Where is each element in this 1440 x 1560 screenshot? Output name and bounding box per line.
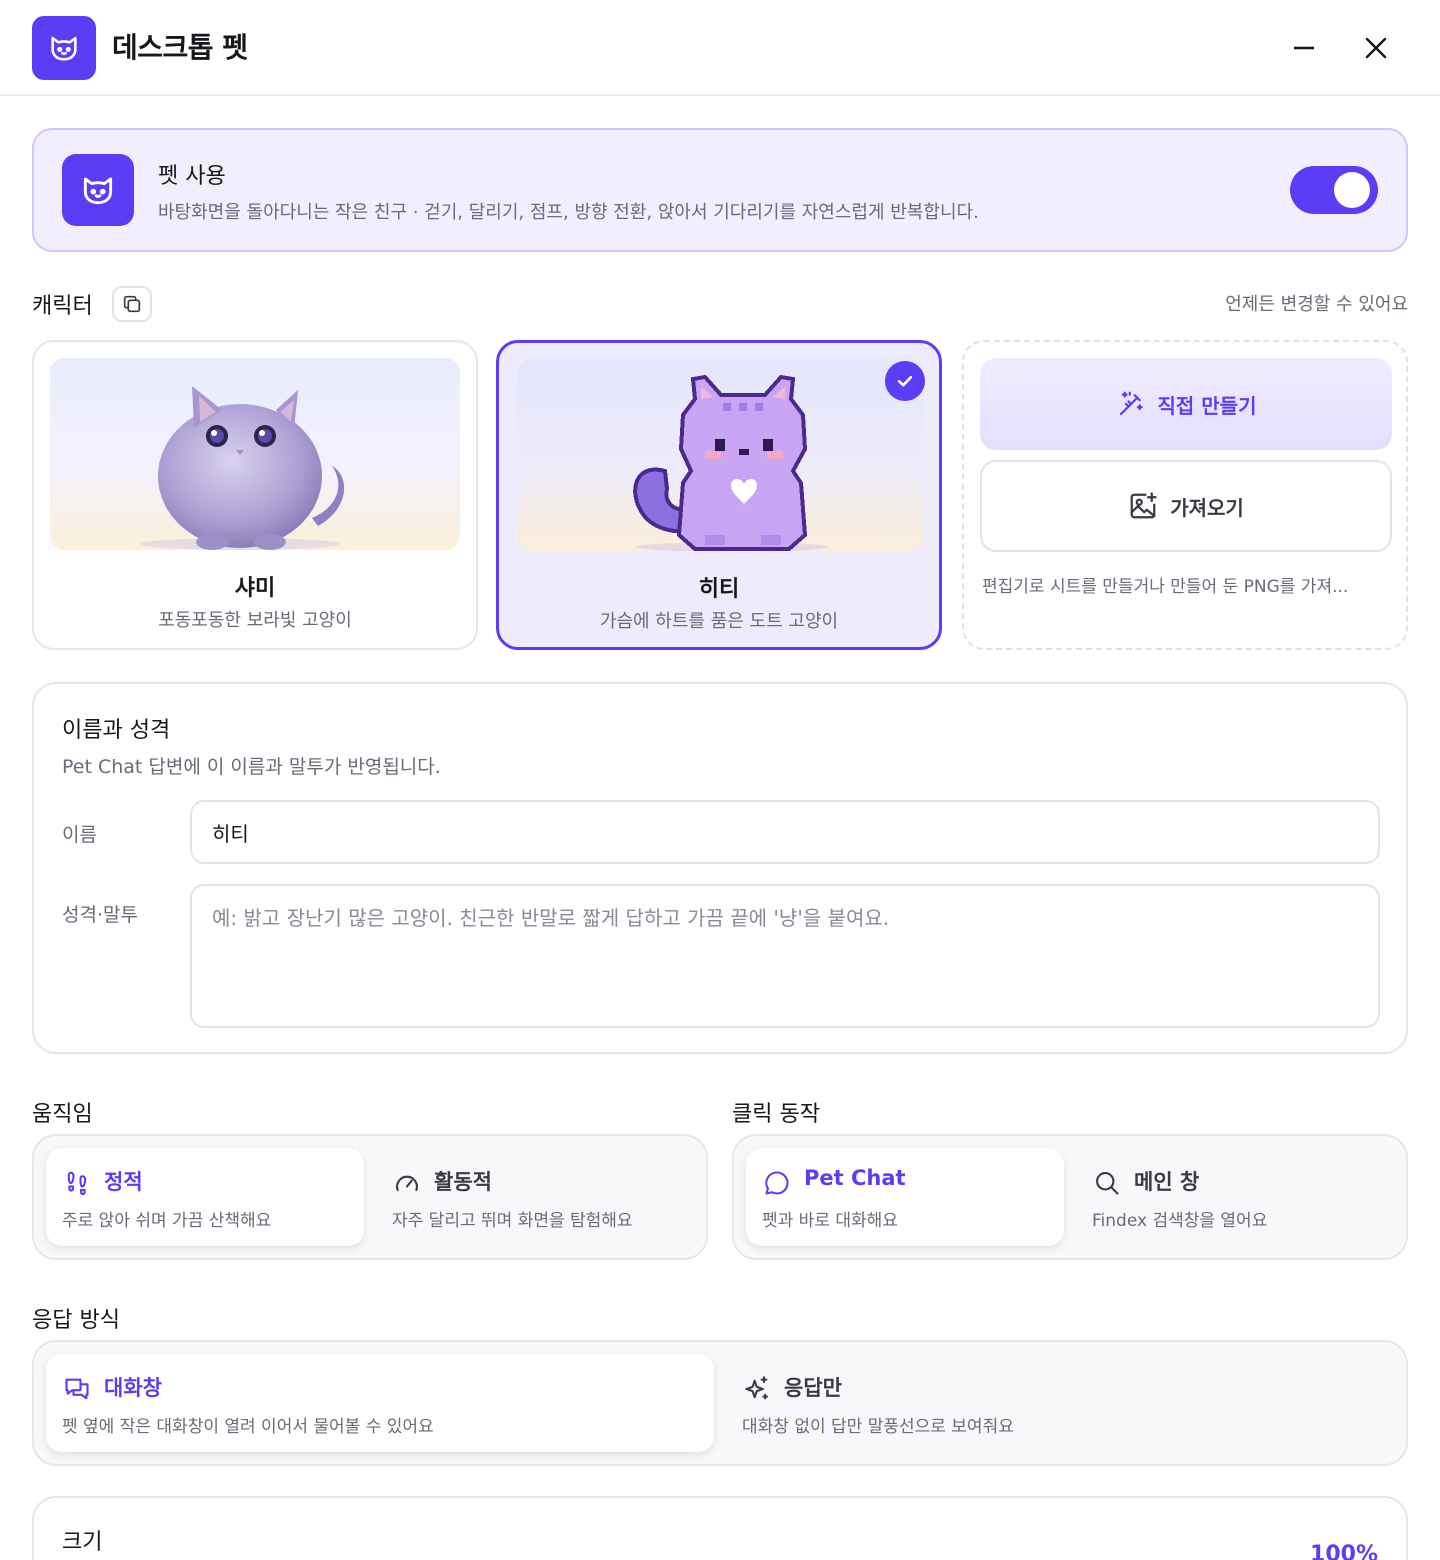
response-mode-selector: 대화창 펫 옆에 작은 대화창이 열려 이어서 물어볼 수 있어요 응답만 대화… [32,1340,1408,1466]
footprints-icon [62,1168,92,1198]
chat-bubble-icon [762,1168,792,1198]
option-description: 주로 앉아 쉬며 가끔 산책해요 [62,1211,272,1231]
search-icon [1092,1168,1122,1198]
app-title: 데스크톱 펫 [112,31,248,64]
pet-enable-card: 펫 사용 바탕화면을 돌아다니는 작은 친구 · 걷기, 달리기, 점프, 방향… [32,128,1408,252]
movement-option-calm[interactable]: 정적 주로 앉아 쉬며 가끔 산책해요 [46,1148,364,1246]
character-card-hiti[interactable]: 히티 가슴에 하트를 품은 도트 고양이 [496,340,942,650]
import-button[interactable]: 가져오기 [980,460,1392,552]
name-input[interactable] [190,800,1380,864]
close-icon [1365,37,1387,59]
character-name: 샤미 [234,576,276,601]
name-field-label: 이름 [62,824,97,846]
response-option-chat-window[interactable]: 대화창 펫 옆에 작은 대화창이 열려 이어서 물어볼 수 있어요 [46,1354,714,1452]
personality-field-label: 성격·말투 [62,904,138,926]
movement-selector: 정적 주로 앉아 쉬며 가끔 산책해요 활동적 자주 달리고 뛰며 화면을 탐험… [32,1134,708,1260]
option-title: 응답만 [784,1376,842,1400]
fluffy-cat-illustration [50,358,460,550]
create-custom-button[interactable]: 직접 만들기 [980,358,1392,450]
option-title: 활동적 [434,1170,492,1194]
custom-character-hint: 편집기로 시트를 만들거나 만들어 둔 PNG를 가져... [982,577,1349,597]
toggle-knob [1334,172,1370,208]
custom-character-card: 직접 만들기 가져오기 편집기로 시트를 만들거나 만들어 둔 PNG를 가져.… [962,340,1408,650]
size-card: 크기 100% [32,1496,1408,1560]
gauge-icon [392,1168,422,1198]
pet-enable-title: 펫 사용 [158,164,226,189]
pet-enable-description: 바탕화면을 돌아다니는 작은 친구 · 걷기, 달리기, 점프, 방향 전환, … [158,202,979,223]
character-description: 포동포동한 보라빛 고양이 [158,610,352,631]
pixel-cat-illustration [517,359,923,551]
close-button[interactable] [1356,28,1396,68]
chat-window-icon [62,1374,92,1404]
option-description: Findex 검색창을 열어요 [1092,1211,1268,1231]
copy-button[interactable] [112,286,152,322]
size-value: 100% [1310,1542,1378,1560]
movement-section-label: 움직임 [32,1102,93,1127]
name-personality-subtitle: Pet Chat 답변에 이 이름과 말투가 반영됩니다. [62,756,441,778]
image-plus-icon [1130,492,1157,519]
character-section-label: 캐릭터 [32,294,93,319]
sparkles-icon [742,1374,772,1404]
click-option-pet-chat[interactable]: Pet Chat 펫과 바로 대화해요 [746,1148,1064,1246]
option-description: 대화창 없이 답만 말풍선으로 보여줘요 [742,1417,1014,1437]
size-title: 크기 [62,1530,103,1555]
option-description: 펫 옆에 작은 대화창이 열려 이어서 물어볼 수 있어요 [62,1417,434,1437]
option-title: 정적 [104,1170,143,1194]
character-hint: 언제든 변경할 수 있어요 [1225,294,1408,315]
click-action-section-label: 클릭 동작 [732,1102,820,1127]
character-description: 가슴에 하트를 품은 도트 고양이 [599,611,839,632]
magic-wand-icon [1119,391,1143,416]
cat-icon [62,154,134,226]
copy-icon [123,295,141,313]
name-personality-title: 이름과 성격 [62,718,171,743]
character-card-shami[interactable]: 샤미 포동포동한 보라빛 고양이 [32,340,478,650]
option-title: 메인 창 [1134,1170,1200,1194]
minimize-button[interactable] [1284,28,1324,68]
cat-app-icon [32,16,96,80]
pet-enable-toggle[interactable] [1290,166,1378,214]
personality-input[interactable] [190,884,1380,1028]
create-custom-label: 직접 만들기 [1157,393,1257,418]
click-option-main-window[interactable]: 메인 창 Findex 검색창을 열어요 [1076,1148,1394,1246]
selected-check-icon [885,361,925,401]
click-action-selector: Pet Chat 펫과 바로 대화해요 메인 창 Findex 검색창을 열어요 [732,1134,1408,1260]
title-bar: 데스크톱 펫 [0,0,1440,96]
response-section-label: 응답 방식 [32,1308,120,1333]
movement-option-active[interactable]: 활동적 자주 달리고 뛰며 화면을 탐험해요 [376,1148,694,1246]
option-title: 대화창 [104,1376,162,1400]
import-label: 가져오기 [1170,495,1244,520]
option-title: Pet Chat [804,1166,906,1190]
minimize-icon [1294,46,1314,50]
character-name: 히티 [698,577,740,602]
option-description: 펫과 바로 대화해요 [762,1211,898,1231]
name-personality-card: 이름과 성격 Pet Chat 답변에 이 이름과 말투가 반영됩니다. 이름 … [32,682,1408,1054]
response-option-answer-only[interactable]: 응답만 대화창 없이 답만 말풍선으로 보여줘요 [726,1354,1394,1452]
option-description: 자주 달리고 뛰며 화면을 탐험해요 [392,1211,633,1231]
